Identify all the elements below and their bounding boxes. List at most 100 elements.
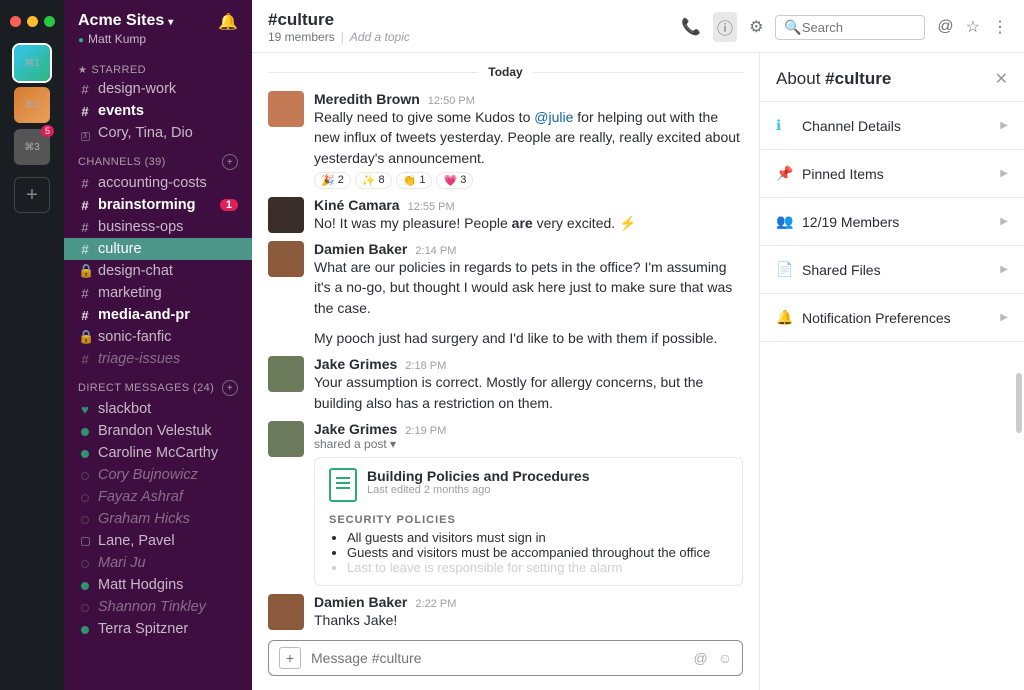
details-row[interactable]: 👥12/19 Members▶: [760, 197, 1024, 245]
dm-item[interactable]: Terra Spitzner: [64, 618, 252, 640]
reaction[interactable]: 🎉 2: [314, 172, 351, 189]
dm-label: Caroline McCarthy: [98, 445, 218, 461]
workspace-switcher[interactable]: Acme Sites▾: [78, 12, 173, 30]
message-author[interactable]: Damien Baker: [314, 241, 407, 257]
section-dms[interactable]: DIRECT MESSAGES (24) +: [64, 370, 252, 398]
add-topic-link[interactable]: Add a topic: [350, 30, 410, 44]
notifications-icon[interactable]: 🔔: [218, 12, 238, 32]
details-row[interactable]: 📌Pinned Items▶: [760, 149, 1024, 197]
dm-label: Shannon Tinkley: [98, 599, 206, 615]
avatar[interactable]: [268, 91, 304, 127]
message: Jake Grimes2:18 PMYour assumption is cor…: [252, 352, 759, 417]
avatar[interactable]: [268, 421, 304, 457]
workspace-tile-3[interactable]: ⌘35: [14, 129, 50, 165]
channel-name[interactable]: #culture: [268, 10, 410, 30]
dm-item[interactable]: Shannon Tinkley: [64, 596, 252, 618]
dm-item[interactable]: Brandon Velestuk: [64, 420, 252, 442]
details-icon: 👥: [776, 213, 792, 230]
message-subtext[interactable]: shared a post ▾: [314, 437, 743, 451]
emoji-button[interactable]: ☺: [718, 650, 732, 666]
message-timestamp: 2:19 PM: [405, 425, 446, 437]
message-author[interactable]: Damien Baker: [314, 594, 407, 610]
member-count[interactable]: 19 members: [268, 30, 335, 44]
dm-label: Lane, Pavel: [98, 533, 175, 549]
message-author[interactable]: Jake Grimes: [314, 356, 397, 372]
details-row[interactable]: 🔔Notification Preferences▶: [760, 293, 1024, 342]
message-feed: Today Meredith Brown12:50 PMReally need …: [252, 53, 759, 690]
bolt-icon: ⚡: [619, 215, 636, 231]
starred-item[interactable]: #events: [64, 100, 252, 122]
search-input[interactable]: 🔍: [775, 15, 925, 40]
avatar[interactable]: [268, 594, 304, 630]
current-user[interactable]: ●Matt Kump: [78, 32, 173, 46]
starred-item[interactable]: 3Cory, Tina, Dio: [64, 122, 252, 144]
mention-button[interactable]: @: [693, 650, 707, 666]
workspace-tile-2[interactable]: ⌘2: [14, 87, 50, 123]
minimize-window[interactable]: [27, 16, 38, 27]
details-title: About #culture: [776, 69, 891, 89]
close-details-icon[interactable]: ✕: [995, 69, 1008, 89]
channel-item[interactable]: #business-ops: [64, 216, 252, 238]
dm-item[interactable]: Caroline McCarthy: [64, 442, 252, 464]
add-workspace-button[interactable]: +: [14, 177, 50, 213]
details-label: Notification Preferences: [802, 310, 951, 326]
channel-item[interactable]: 🔒sonic-fanfic: [64, 326, 252, 348]
message-body: Your assumption is correct. Mostly for a…: [314, 372, 743, 413]
channel-item[interactable]: # accounting-costs: [64, 172, 252, 194]
attach-button[interactable]: +: [279, 647, 301, 669]
starred-item[interactable]: #design-work: [64, 78, 252, 100]
avatar[interactable]: [268, 356, 304, 392]
channel-item[interactable]: #marketing: [64, 282, 252, 304]
details-row[interactable]: ℹChannel Details▶: [760, 101, 1024, 149]
mention-link[interactable]: @julie: [534, 109, 573, 125]
sidebar-scroll[interactable]: ★STARRED #design-work#events3Cory, Tina,…: [64, 54, 252, 690]
dm-item[interactable]: Cory Bujnowicz: [64, 464, 252, 486]
hash-icon: #: [78, 198, 92, 213]
message-author[interactable]: Meredith Brown: [314, 91, 420, 107]
workspace-tile-1[interactable]: ⌘1: [14, 45, 50, 81]
avatar[interactable]: [268, 241, 304, 277]
info-icon[interactable]: ⓘ: [713, 12, 737, 42]
message: Kiné Camara12:55 PMNo! It was my pleasur…: [252, 193, 759, 237]
dm-item[interactable]: ♥slackbot: [64, 398, 252, 420]
dm-item[interactable]: Graham Hicks: [64, 508, 252, 530]
reaction[interactable]: 👏 1: [396, 172, 433, 189]
dm-item[interactable]: Fayaz Ashraf: [64, 486, 252, 508]
shared-post[interactable]: Building Policies and ProceduresLast edi…: [314, 457, 743, 586]
channel-item[interactable]: 🔒design-chat: [64, 260, 252, 282]
section-channels[interactable]: CHANNELS (39) +: [64, 144, 252, 172]
gear-icon[interactable]: ⚙: [749, 17, 763, 37]
hash-icon: #: [78, 176, 92, 191]
call-icon[interactable]: 📞: [681, 17, 701, 37]
channel-label: accounting-costs: [98, 175, 207, 191]
message-composer[interactable]: + @ ☺: [268, 640, 743, 676]
message-input[interactable]: [311, 650, 693, 666]
channel-item[interactable]: #media-and-pr: [64, 304, 252, 326]
message-timestamp: 12:55 PM: [408, 201, 455, 213]
maximize-window[interactable]: [44, 16, 55, 27]
details-label: Pinned Items: [802, 166, 884, 182]
message-author[interactable]: Jake Grimes: [314, 421, 397, 437]
chevron-right-icon: ▶: [1000, 168, 1008, 179]
add-dm-button[interactable]: +: [222, 380, 238, 396]
channel-item[interactable]: #triage-issues: [64, 348, 252, 370]
dm-item[interactable]: Mari Ju: [64, 552, 252, 574]
dm-item[interactable]: Matt Hodgins: [64, 574, 252, 596]
channel-item[interactable]: #brainstorming1: [64, 194, 252, 216]
unread-badge: 1: [220, 199, 238, 211]
scrollbar-thumb[interactable]: [1016, 373, 1022, 433]
close-window[interactable]: [10, 16, 21, 27]
more-icon[interactable]: ⋮: [992, 17, 1008, 37]
reaction[interactable]: ✨ 8: [355, 172, 392, 189]
mentions-icon[interactable]: @: [937, 18, 953, 36]
channel-item[interactable]: #culture: [64, 238, 252, 260]
reaction[interactable]: 💗 3: [436, 172, 473, 189]
details-row[interactable]: 📄Shared Files▶: [760, 245, 1024, 293]
message-scroll[interactable]: Today Meredith Brown12:50 PMReally need …: [252, 53, 759, 632]
dm-item[interactable]: Lane, Pavel: [64, 530, 252, 552]
message-author[interactable]: Kiné Camara: [314, 197, 400, 213]
search-field[interactable]: [802, 20, 917, 35]
add-channel-button[interactable]: +: [222, 154, 238, 170]
star-icon[interactable]: ☆: [966, 17, 980, 37]
avatar[interactable]: [268, 197, 304, 233]
